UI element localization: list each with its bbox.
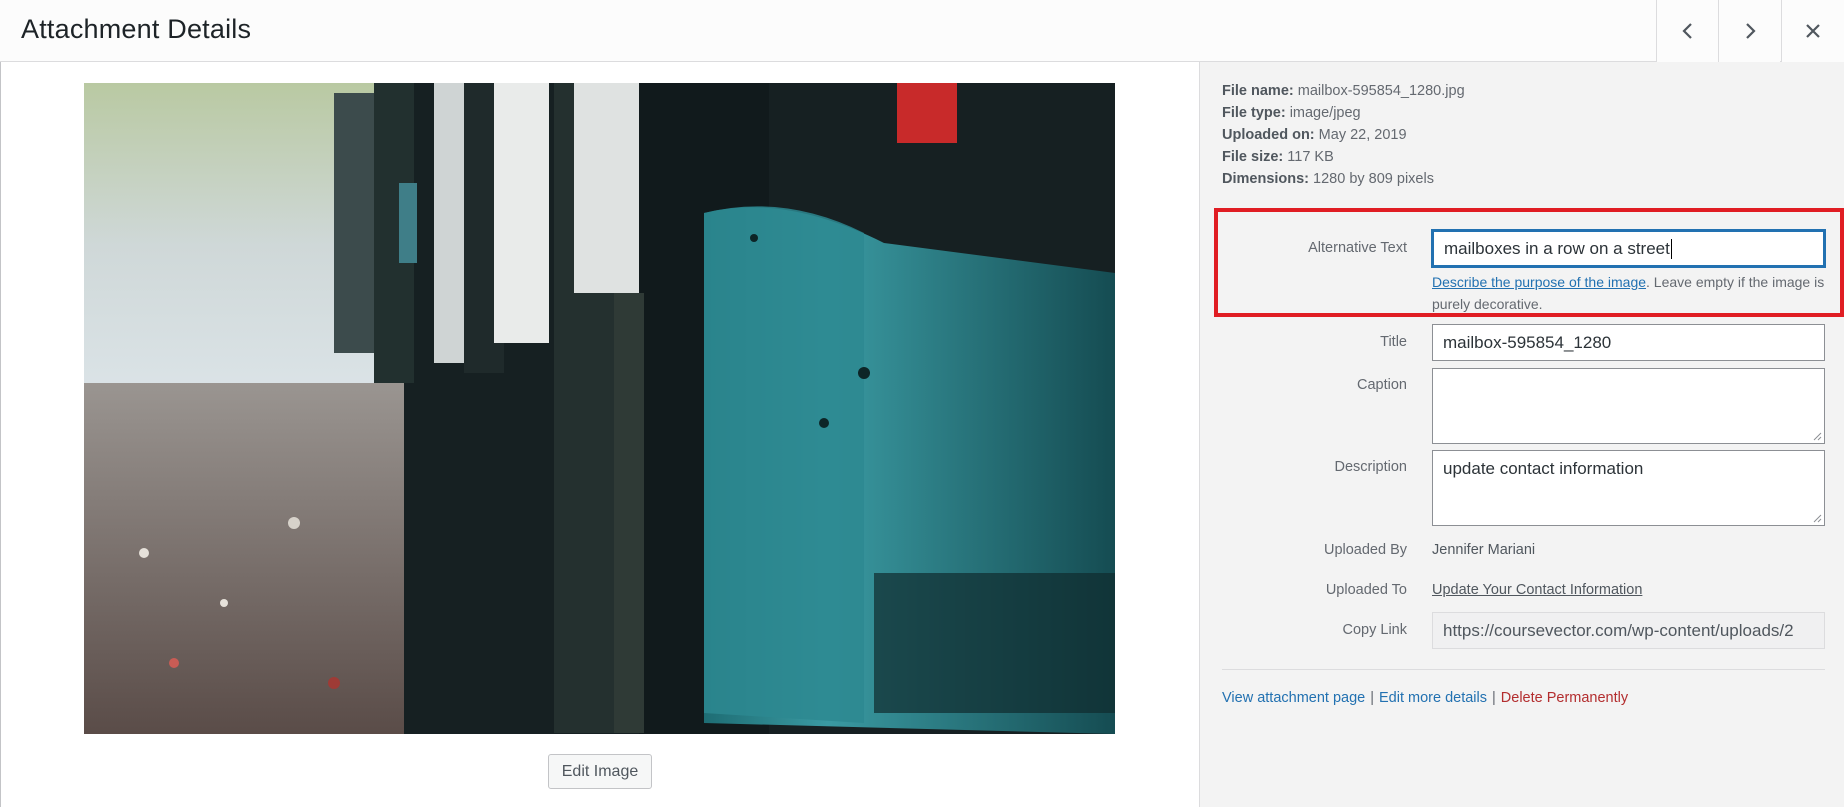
describe-purpose-link[interactable]: Describe the purpose of the image bbox=[1432, 274, 1646, 290]
file-size: 117 KB bbox=[1287, 149, 1334, 165]
edit-image-button[interactable]: Edit Image bbox=[548, 754, 652, 789]
attachment-actions: View attachment page | Edit more details | D… bbox=[1222, 690, 1629, 706]
uploaded-to-link[interactable]: Update Your Contact Information bbox=[1432, 582, 1642, 598]
file-type: image/jpeg bbox=[1289, 105, 1361, 121]
attachment-image bbox=[84, 83, 1115, 734]
next-button[interactable] bbox=[1718, 0, 1780, 62]
uploaded-by-label: Uploaded By bbox=[1323, 542, 1407, 558]
caption-textarea[interactable] bbox=[1432, 368, 1825, 444]
file-info: File name: mailbox-595854_1280.jpg File … bbox=[1222, 83, 1465, 187]
description-textarea[interactable]: update contact information bbox=[1432, 450, 1825, 526]
dimensions: 1280 by 809 pixels bbox=[1313, 171, 1434, 187]
page-title: Attachment Details bbox=[21, 14, 252, 44]
alt-text-label: Alternative Text bbox=[1308, 240, 1407, 256]
alt-text-help: Describe the purpose of the image. Leave… bbox=[1432, 274, 1825, 312]
caption-label: Caption bbox=[1357, 377, 1407, 393]
upload-date: May 22, 2019 bbox=[1318, 127, 1407, 143]
image-preview-pane: Edit Image bbox=[0, 62, 1199, 807]
resize-handle-icon[interactable] bbox=[1812, 431, 1822, 441]
attachment-details-sidebar: File name: mailbox-595854_1280.jpg File … bbox=[1199, 62, 1844, 807]
title-input[interactable]: mailbox-595854_1280 bbox=[1432, 324, 1825, 361]
text-cursor bbox=[1670, 238, 1672, 259]
title-label: Title bbox=[1380, 334, 1407, 350]
description-label: Description bbox=[1334, 459, 1407, 475]
delete-permanently-link[interactable]: Delete Permanently bbox=[1501, 690, 1628, 706]
close-button[interactable] bbox=[1781, 0, 1844, 62]
previous-button[interactable] bbox=[1656, 0, 1718, 62]
chevron-left-icon bbox=[1681, 23, 1692, 39]
copy-link-input[interactable]: https://coursevector.com/wp-content/uplo… bbox=[1432, 612, 1825, 649]
view-attachment-link[interactable]: View attachment page bbox=[1222, 690, 1365, 706]
alt-text-input[interactable]: mailboxes in a row on a street bbox=[1432, 230, 1825, 267]
chevron-right-icon bbox=[1745, 23, 1756, 39]
resize-handle-icon[interactable] bbox=[1812, 513, 1822, 523]
uploaded-to-label: Uploaded To bbox=[1325, 582, 1407, 598]
file-name: mailbox-595854_1280.jpg bbox=[1297, 83, 1465, 99]
modal-header: Attachment Details bbox=[0, 0, 1844, 62]
close-icon bbox=[1806, 24, 1820, 38]
edit-details-link[interactable]: Edit more details bbox=[1379, 690, 1487, 706]
uploaded-by-value: Jennifer Mariani bbox=[1432, 542, 1536, 558]
copy-link-label: Copy Link bbox=[1342, 622, 1407, 638]
